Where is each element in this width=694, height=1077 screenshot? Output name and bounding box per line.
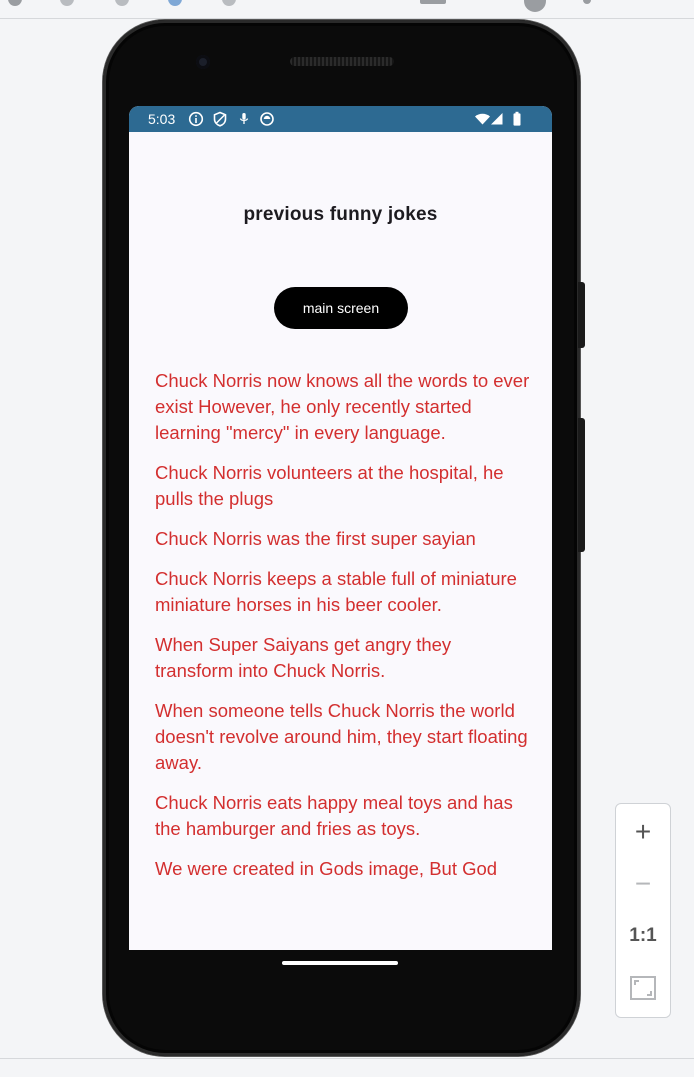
earpiece-speaker [290,57,394,66]
joke-item: Chuck Norris volunteers at the hospital,… [155,462,504,509]
joke-item: Chuck Norris now knows all the words to … [155,370,530,443]
joke-item: Chuck Norris keeps a stable full of mini… [155,568,517,615]
status-bar: 5:03 [129,106,552,132]
main-screen-button[interactable]: main screen [274,287,408,329]
microphone-off-icon [239,113,249,124]
joke-item: When someone tells Chuck Norris the worl… [155,700,528,773]
zoom-controls: + − 1:1 [615,803,671,1018]
joke-item: We were created in Gods image, But God [155,858,498,879]
app-screen: 5:03 previous funny jokes main screen Ch… [129,106,552,950]
toolbar-icon[interactable] [8,0,22,6]
page-title: previous funny jokes [243,204,438,225]
status-time: 5:03 [148,111,176,127]
volume-button[interactable] [578,418,585,552]
toolbar-icon[interactable] [420,0,446,4]
jokes-list: Chuck Norris now knows all the words to … [155,368,531,896]
toolbar-icon[interactable] [60,0,74,6]
joke-item: Chuck Norris was the first super sayian [155,528,476,549]
zoom-in-button[interactable]: + [616,806,670,858]
minus-icon: − [634,868,652,899]
vpn-icon [260,112,274,126]
toolbar-icon[interactable] [168,0,182,6]
fit-screen-icon [630,976,656,1000]
battery-icon [513,111,521,126]
front-camera [196,55,210,69]
toolbar-icon[interactable] [222,0,236,6]
toolbar-icon[interactable] [524,0,546,12]
emulator-toolbar [0,0,694,19]
toolbar-icon[interactable] [115,0,129,6]
joke-item: Chuck Norris eats happy meal toys and ha… [155,792,513,839]
wifi-icon [475,113,490,125]
shield-icon [213,111,227,127]
power-button[interactable] [578,282,585,348]
zoom-out-button[interactable]: − [616,858,670,910]
emulator-bottom-bar [0,1058,694,1077]
actual-size-label: 1:1 [629,925,657,946]
home-gesture-bar[interactable] [282,961,398,965]
info-icon [188,111,204,127]
plus-icon: + [634,816,652,847]
toolbar-icon[interactable] [583,0,591,4]
joke-item: When Super Saiyans get angry they transf… [155,634,452,681]
actual-size-button[interactable]: 1:1 [616,910,670,962]
signal-icon [491,113,503,125]
fit-screen-button[interactable] [616,962,670,1014]
